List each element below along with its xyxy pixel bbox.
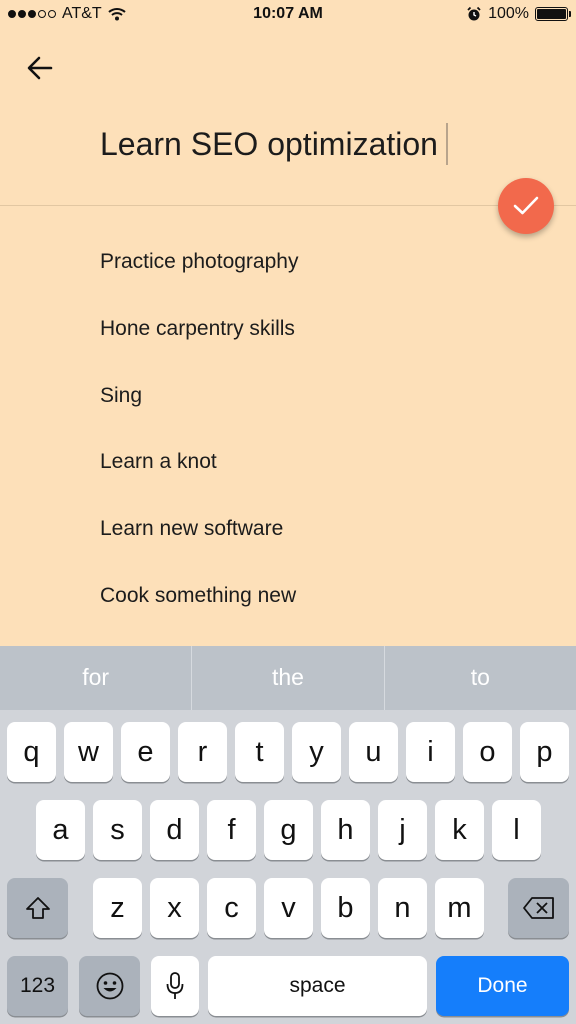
alarm-icon xyxy=(467,6,481,21)
key-a[interactable]: a xyxy=(36,800,85,860)
key-x[interactable]: x xyxy=(150,878,199,938)
key-l[interactable]: l xyxy=(492,800,541,860)
status-right: 100% xyxy=(466,5,571,23)
shift-key[interactable] xyxy=(7,878,68,938)
key-h[interactable]: h xyxy=(321,800,370,860)
key-b[interactable]: b xyxy=(321,878,370,938)
key-d[interactable]: d xyxy=(150,800,199,860)
suggestion-item[interactable]: Practice photography xyxy=(100,242,298,309)
battery-icon xyxy=(535,7,571,21)
done-key[interactable]: Done xyxy=(436,956,569,1016)
key-r[interactable]: r xyxy=(178,722,227,782)
key-m[interactable]: m xyxy=(435,878,484,938)
back-button[interactable] xyxy=(20,48,60,88)
key-n[interactable]: n xyxy=(378,878,427,938)
microphone-icon xyxy=(166,972,184,999)
text-cursor xyxy=(445,123,448,165)
title-input-value[interactable]: Learn SEO optimization xyxy=(100,126,438,163)
divider xyxy=(0,205,576,206)
key-s[interactable]: s xyxy=(93,800,142,860)
backspace-icon xyxy=(522,897,554,919)
key-j[interactable]: j xyxy=(378,800,427,860)
shift-icon xyxy=(25,897,50,919)
key-e[interactable]: e xyxy=(121,722,170,782)
title-field[interactable]: Learn SEO optimization xyxy=(100,118,448,170)
confirm-button[interactable] xyxy=(498,178,554,234)
key-c[interactable]: c xyxy=(207,878,256,938)
battery-percent: 100% xyxy=(488,5,529,22)
space-key[interactable]: space xyxy=(208,956,427,1016)
keyboard: for the to q w e r t y u i o p a s d f g… xyxy=(0,646,576,1024)
key-f[interactable]: f xyxy=(207,800,256,860)
numbers-key[interactable]: 123 xyxy=(7,956,68,1016)
key-g[interactable]: g xyxy=(264,800,313,860)
arrow-left-icon xyxy=(27,56,53,80)
checkmark-icon xyxy=(513,196,539,215)
prediction-2[interactable]: the xyxy=(192,646,383,710)
key-p[interactable]: p xyxy=(520,722,569,782)
key-w[interactable]: w xyxy=(64,722,113,782)
key-o[interactable]: o xyxy=(463,722,512,782)
dictation-key[interactable] xyxy=(151,956,199,1016)
emoji-key[interactable] xyxy=(79,956,140,1016)
key-i[interactable]: i xyxy=(406,722,455,782)
prediction-1[interactable]: for xyxy=(0,646,191,710)
predictive-bar: for the to xyxy=(0,646,576,710)
status-bar: AT&T 10:07 AM 100% xyxy=(0,0,576,30)
emoji-icon xyxy=(96,972,123,1000)
key-v[interactable]: v xyxy=(264,878,313,938)
suggestion-item[interactable]: Learn a knot xyxy=(100,442,298,509)
key-q[interactable]: q xyxy=(7,722,56,782)
key-k[interactable]: k xyxy=(435,800,484,860)
prediction-3[interactable]: to xyxy=(385,646,576,710)
key-y[interactable]: y xyxy=(292,722,341,782)
suggestion-item[interactable]: Cook something new xyxy=(100,576,298,643)
suggestion-item[interactable]: Hone carpentry skills xyxy=(100,309,298,376)
key-t[interactable]: t xyxy=(235,722,284,782)
suggestion-item[interactable]: Sing xyxy=(100,376,298,443)
suggestion-list: Practice photography Hone carpentry skil… xyxy=(100,242,298,643)
suggestion-item[interactable]: Learn new software xyxy=(100,509,298,576)
key-u[interactable]: u xyxy=(349,722,398,782)
delete-key[interactable] xyxy=(508,878,569,938)
key-z[interactable]: z xyxy=(93,878,142,938)
